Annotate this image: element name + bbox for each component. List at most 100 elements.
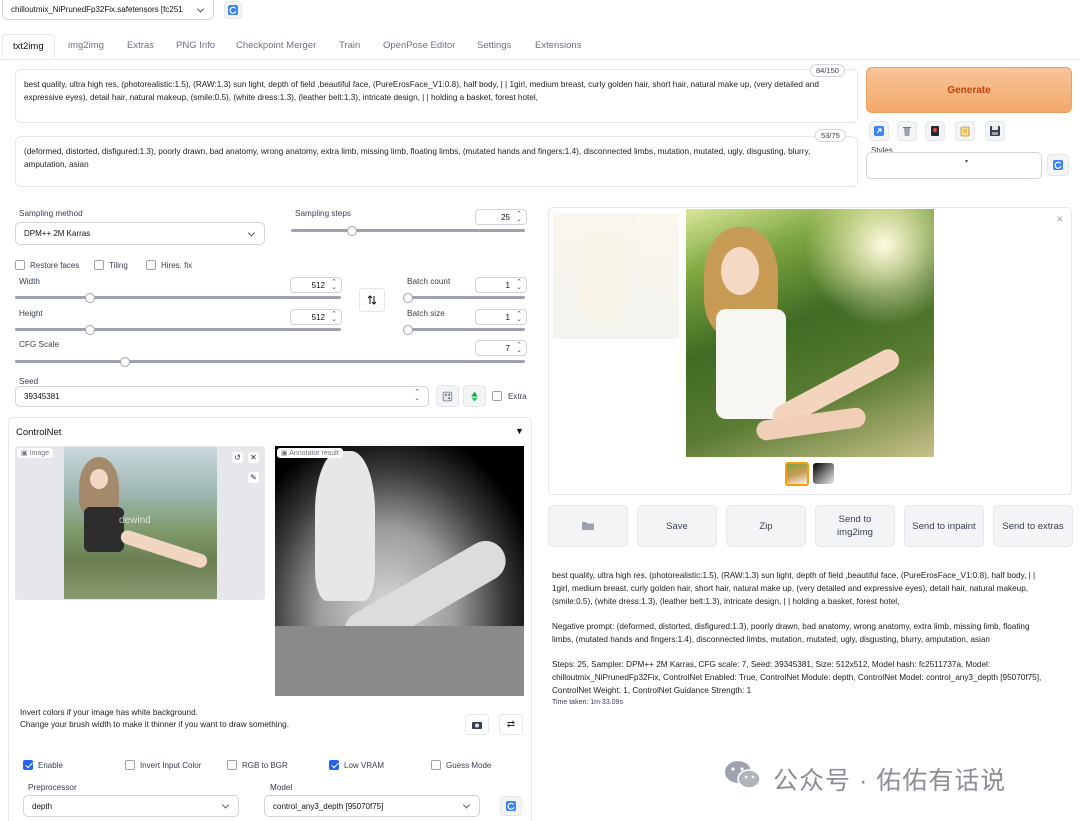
apply-style-button[interactable] (955, 121, 975, 141)
send-to-img2img-button[interactable]: Send to img2img (815, 505, 895, 547)
gallery-thumb-1[interactable] (785, 462, 809, 486)
controlnet-hint-1: Invert colors if your image has white ba… (20, 708, 198, 717)
model-label: Model (270, 783, 293, 792)
enable-label: Enable (38, 761, 63, 770)
refresh-styles-button[interactable] (1047, 154, 1069, 176)
height-input[interactable]: 512 ⌃ ⌄ (290, 309, 342, 325)
generate-button[interactable]: Generate (866, 67, 1072, 113)
sampling-method-label: Sampling method (19, 209, 83, 218)
width-input[interactable]: 512 ⌃ ⌄ (290, 277, 342, 293)
slider-thumb[interactable] (84, 292, 95, 303)
clear-prompt-button[interactable] (897, 121, 917, 141)
rgb-to-bgr-checkbox[interactable] (227, 760, 237, 770)
preprocessor-select[interactable]: depth (23, 795, 239, 817)
styles-select[interactable]: ▾ (866, 152, 1042, 179)
tab-extensions[interactable]: Extensions (535, 40, 581, 51)
info-parameters: Steps: 25, Sampler: DPM++ 2M Karras, CFG… (552, 660, 1042, 695)
sampling-steps-slider[interactable] (291, 229, 525, 232)
swap-canvas-button[interactable]: ⇄ (499, 714, 523, 735)
info-negative-prompt: Negative prompt: (deformed, distorted, d… (552, 622, 1030, 644)
controlnet-image-upload[interactable]: dewind (15, 446, 265, 600)
undo-button[interactable]: ↺ (231, 451, 244, 464)
brush-icon[interactable]: ✎ (247, 471, 260, 484)
send-to-inpaint-button[interactable]: Send to inpaint (904, 505, 984, 547)
checkpoint-select[interactable]: chilloutmix_NiPrunedFp32Fix.safetensors … (2, 0, 214, 20)
open-folder-button[interactable] (548, 505, 628, 547)
gallery-thumb-2[interactable] (813, 463, 834, 484)
batch-size-input[interactable]: 1 ⌃ ⌄ (475, 309, 527, 325)
enable-checkbox[interactable] (23, 760, 33, 770)
slider-thumb[interactable] (403, 324, 413, 335)
close-gallery-icon[interactable]: ✕ (1056, 214, 1064, 225)
swap-arrows-icon (367, 295, 377, 305)
save-button[interactable]: Save (637, 505, 717, 547)
spinner-icon: ⌃ ⌄ (516, 211, 522, 223)
random-seed-button[interactable] (436, 385, 459, 407)
sampling-method-select[interactable]: DPM++ 2M Karras (15, 222, 265, 245)
show-extra-networks-button[interactable] (925, 121, 945, 141)
height-slider[interactable] (15, 328, 341, 331)
refresh-checkpoint-button[interactable] (224, 1, 242, 19)
invert-input-color-checkbox[interactable] (125, 760, 135, 770)
tab-img2img[interactable]: img2img (68, 40, 104, 51)
tiling-label: Tiling (109, 261, 128, 270)
height-label: Height (19, 309, 43, 318)
swap-dimensions-button[interactable] (359, 288, 385, 312)
refresh-icon (506, 801, 516, 811)
batch-size-slider[interactable] (403, 328, 525, 331)
girl-legs (119, 528, 209, 570)
tab-txt2img[interactable]: txt2img (2, 34, 55, 58)
slider-thumb[interactable] (120, 356, 130, 367)
slider-thumb[interactable] (403, 292, 413, 303)
open-camera-button[interactable] (465, 714, 489, 735)
extra-seed-checkbox[interactable] (492, 391, 502, 401)
input-photo: dewind (64, 447, 217, 599)
refresh-icon (1053, 160, 1063, 170)
slider-thumb[interactable] (84, 324, 95, 335)
batch-count-input[interactable]: 1 ⌃ ⌄ (475, 277, 527, 293)
model-select[interactable]: control_any3_depth [95070f75] (264, 795, 480, 817)
save-style-button[interactable] (985, 121, 1005, 141)
guess-mode-checkbox[interactable] (431, 760, 441, 770)
paste-params-button[interactable] (869, 121, 889, 141)
cfg-scale-slider[interactable] (15, 360, 525, 363)
cfg-scale-input[interactable]: 7 ⌃ ⌄ (475, 340, 527, 356)
width-value: 512 (311, 280, 325, 290)
restore-faces-checkbox[interactable] (15, 260, 25, 270)
model-value: control_any3_depth [95070f75] (273, 801, 384, 811)
tab-extras[interactable]: Extras (127, 40, 154, 51)
sampling-steps-input[interactable]: 25 ⌃ ⌄ (475, 209, 527, 225)
negative-token-counter: 53/75 (815, 129, 846, 142)
tab-checkpoint-merger[interactable]: Checkpoint Merger (236, 40, 316, 51)
negative-prompt-text: (deformed, distorted, disfigured:1.3), p… (24, 147, 811, 169)
width-slider[interactable] (15, 296, 341, 299)
controlnet-title[interactable]: ControlNet (16, 427, 61, 438)
positive-prompt-input[interactable]: best quality, ultra high res, (photoreal… (15, 69, 858, 123)
annotator-result-image (275, 446, 524, 696)
spinner-icon: ⌃ ⌄ (414, 389, 420, 402)
refresh-models-button[interactable] (500, 796, 522, 816)
batch-count-slider[interactable] (403, 296, 525, 299)
tab-settings[interactable]: Settings (477, 40, 511, 51)
chevron-down-icon (221, 801, 230, 809)
reuse-seed-button[interactable] (463, 385, 486, 407)
tiling-checkbox[interactable] (94, 260, 104, 270)
generated-image[interactable] (686, 209, 934, 457)
collapse-triangle-icon[interactable]: ▼ (515, 426, 524, 436)
tab-png-info[interactable]: PNG Info (176, 40, 215, 51)
negative-prompt-input[interactable]: (deformed, distorted, disfigured:1.3), p… (15, 136, 858, 187)
close-image-button[interactable]: ✕ (247, 451, 260, 464)
watermark-text: 公众号 · 佑佑有话说 (773, 767, 1007, 795)
tab-openpose-editor[interactable]: OpenPose Editor (383, 40, 455, 51)
low-vram-checkbox[interactable] (329, 760, 339, 770)
folder-icon (582, 522, 594, 530)
gallery-thumbnail-faded[interactable] (553, 213, 679, 339)
seed-input[interactable]: 39345381 ⌃ ⌄ (15, 386, 429, 407)
send-to-extras-button[interactable]: Send to extras (993, 505, 1073, 547)
chevron-down-icon (462, 801, 471, 809)
tab-train[interactable]: Train (339, 40, 360, 51)
chevron-down-icon: ▾ (965, 159, 969, 165)
zip-button[interactable]: Zip (726, 505, 806, 547)
hires-fix-checkbox[interactable] (146, 260, 156, 270)
slider-thumb[interactable] (347, 225, 357, 236)
